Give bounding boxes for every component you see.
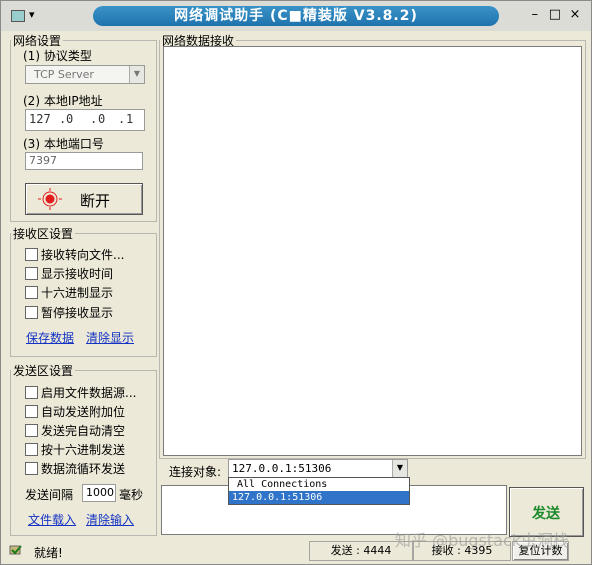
connection-option-selected[interactable]: 127.0.0.1:51306 — [229, 491, 409, 504]
checkbox-file-source[interactable] — [25, 386, 38, 399]
receive-settings-title: 接收区设置 — [13, 227, 74, 241]
clear-input-link[interactable]: 清除输入 — [86, 511, 134, 528]
checkbox-hex-send[interactable] — [25, 443, 38, 456]
option-show-time[interactable]: 显示接收时间 — [41, 265, 113, 282]
option-file-source[interactable]: 启用文件数据源... — [41, 384, 136, 401]
option-hex-display[interactable]: 十六进制显示 — [41, 284, 113, 301]
chevron-down-icon[interactable]: ▼ — [129, 66, 144, 83]
connection-select[interactable]: 127.0.0.1:51306 ▼ — [228, 459, 408, 478]
connection-option[interactable]: All Connections — [229, 478, 409, 491]
option-redirect-file[interactable]: 接收转向文件... — [41, 246, 124, 263]
window-title: 网络调试助手 (C■精装版 V3.8.2) — [93, 6, 499, 26]
connection-label: 连接对象: — [169, 465, 222, 479]
checkbox-append-bits[interactable] — [25, 405, 38, 418]
maximize-button[interactable]: □ — [547, 7, 563, 22]
send-settings-title: 发送区设置 — [13, 364, 74, 378]
app-icon — [11, 10, 25, 22]
app-window: ▾ 网络调试助手 (C■精装版 V3.8.2) – □ × 网络设置 (1) 协… — [0, 0, 592, 565]
protocol-label: (1) 协议类型 — [23, 49, 92, 63]
load-file-link[interactable]: 文件载入 — [28, 511, 76, 528]
protocol-select[interactable]: TCP Server ▼ — [25, 65, 145, 84]
status-icon — [9, 544, 23, 556]
checkbox-loop-send[interactable] — [25, 462, 38, 475]
protocol-value: TCP Server — [34, 68, 94, 81]
port-input[interactable]: 7397 — [25, 152, 143, 170]
disconnect-button[interactable]: 断开 — [25, 183, 143, 215]
ip-label: (2) 本地IP地址 — [23, 94, 103, 108]
receive-textarea[interactable] — [163, 46, 582, 456]
close-button[interactable]: × — [567, 7, 583, 22]
watermark: 知乎 @bugstack虫洞栈 — [395, 531, 570, 550]
clear-display-link[interactable]: 清除显示 — [86, 329, 134, 346]
option-loop-send[interactable]: 数据流循环发送 — [41, 460, 125, 477]
option-auto-clear[interactable]: 发送完自动清空 — [41, 422, 125, 439]
checkbox-show-time[interactable] — [25, 267, 38, 280]
system-menu[interactable]: ▾ — [7, 7, 45, 25]
ip-octet-1[interactable]: 127 — [29, 112, 51, 126]
checkbox-redirect-file[interactable] — [25, 248, 38, 261]
connection-selected: 127.0.0.1:51306 — [232, 462, 332, 475]
title-bar: ▾ 网络调试助手 (C■精装版 V3.8.2) – □ × — [1, 1, 591, 31]
sent-count: 4444 — [363, 544, 392, 557]
interval-input[interactable]: 1000 — [82, 484, 116, 502]
port-label: (3) 本地端口号 — [23, 137, 104, 151]
chevron-down-icon[interactable]: ▼ — [392, 460, 407, 477]
connection-dropdown: All Connections 127.0.0.1:51306 — [228, 477, 410, 505]
status-text: 就绪! — [34, 546, 63, 560]
record-icon — [38, 188, 62, 210]
minimize-button[interactable]: – — [527, 7, 543, 22]
ip-octet-4[interactable]: 1 — [126, 112, 133, 126]
save-data-link[interactable]: 保存数据 — [26, 329, 74, 346]
checkbox-pause-display[interactable] — [25, 306, 38, 319]
interval-unit: 毫秒 — [119, 488, 144, 502]
option-hex-send[interactable]: 按十六进制发送 — [41, 441, 125, 458]
send-label: 发送 — [532, 506, 560, 522]
option-pause-display[interactable]: 暂停接收显示 — [41, 304, 113, 321]
checkbox-auto-clear[interactable] — [25, 424, 38, 437]
disconnect-label: 断开 — [80, 192, 111, 210]
checkbox-hex-display[interactable] — [25, 286, 38, 299]
option-append-bits[interactable]: 自动发送附加位 — [41, 403, 125, 420]
sent-label: 发送 : — [330, 544, 360, 557]
ip-octet-3[interactable]: 0 — [98, 112, 105, 126]
interval-label: 发送间隔 — [25, 488, 74, 502]
ip-octet-2[interactable]: 0 — [66, 112, 73, 126]
ip-address-field[interactable]: 127 . 0 . 0 . 1 — [25, 109, 145, 131]
chevron-down-icon: ▾ — [29, 8, 35, 21]
